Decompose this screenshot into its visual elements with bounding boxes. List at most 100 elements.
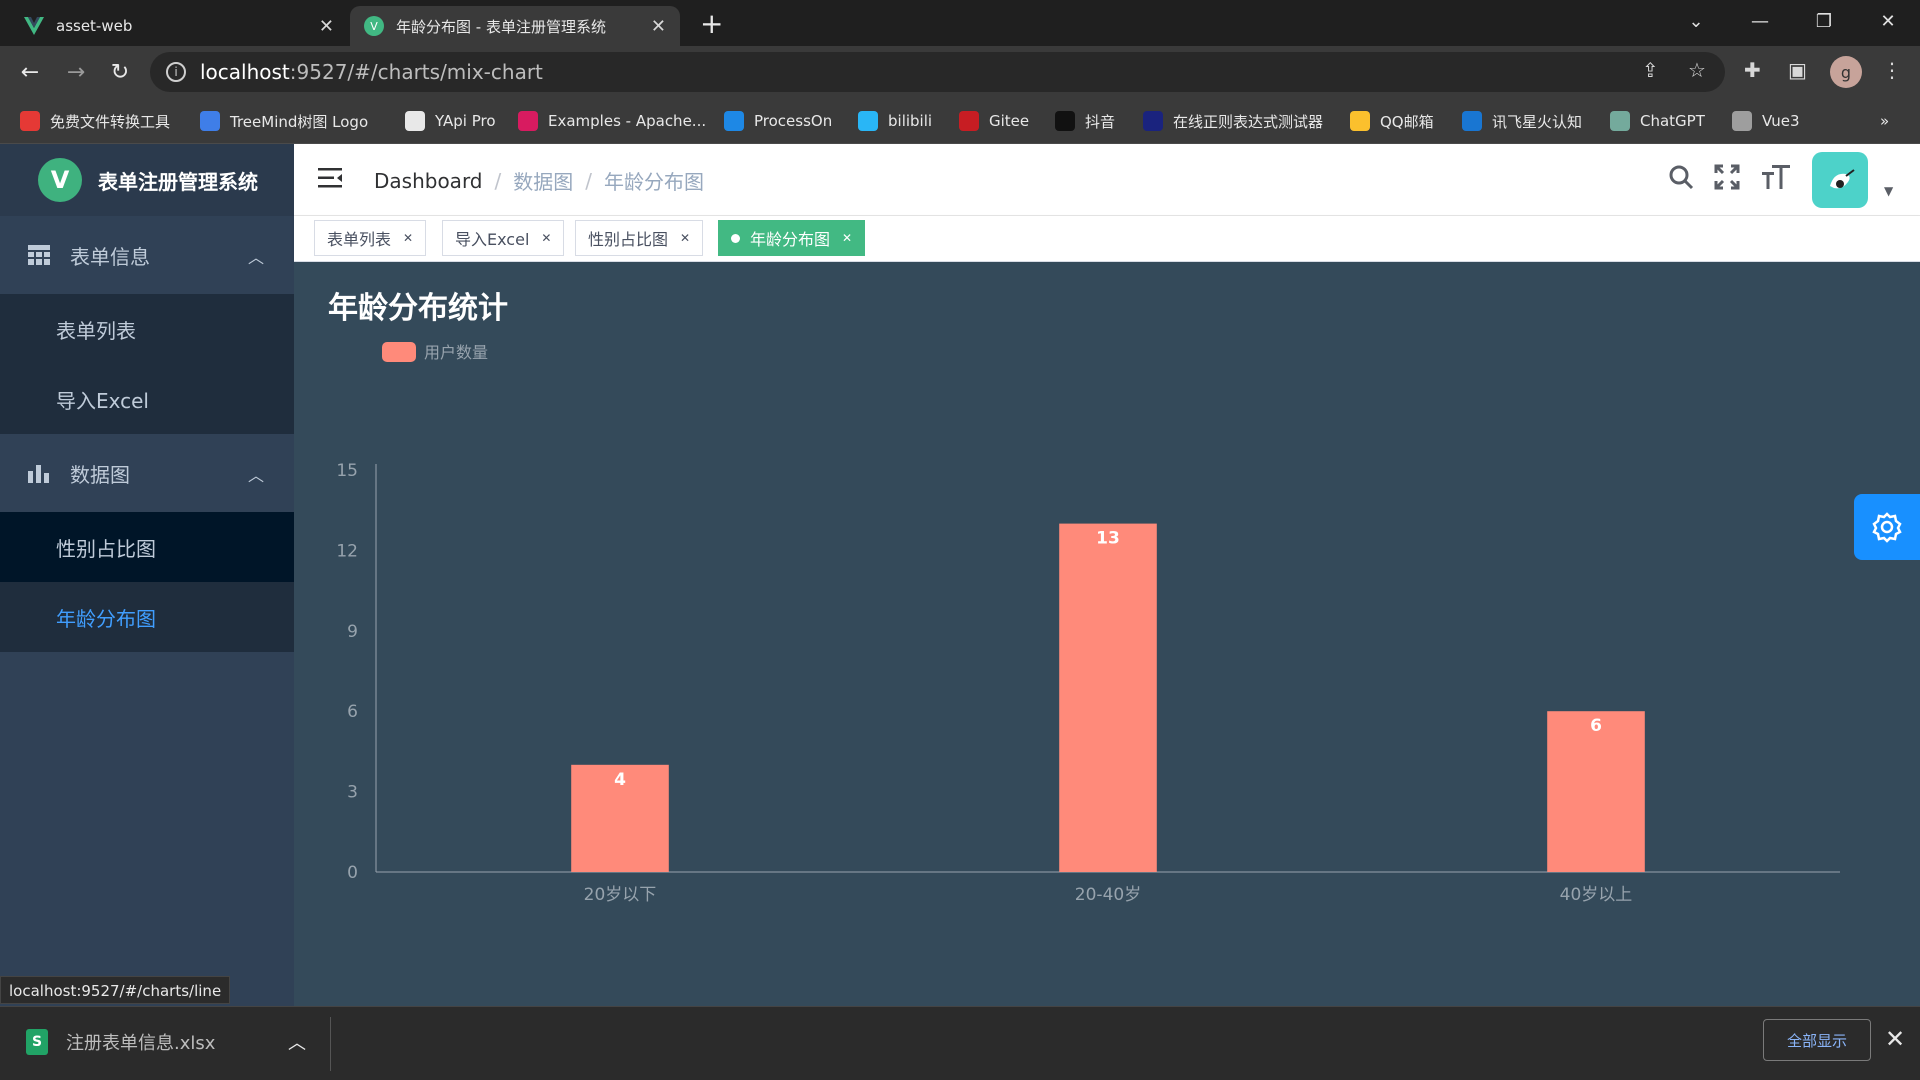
legend-swatch bbox=[382, 342, 416, 362]
bookmark-label: YApi Pro bbox=[435, 112, 496, 130]
bookmark-item[interactable]: ChatGPT bbox=[1610, 108, 1705, 134]
site-info-icon[interactable]: i bbox=[166, 62, 186, 82]
bookmark-label: Vue3 bbox=[1762, 112, 1800, 130]
sidebar-group-form-info[interactable]: 表单信息 ︿ bbox=[0, 216, 294, 294]
bookmark-label: ProcessOn bbox=[754, 112, 833, 130]
profile-avatar[interactable]: g bbox=[1830, 56, 1862, 88]
breadcrumb: Dashboard / 数据图 / 年龄分布图 bbox=[374, 166, 704, 195]
browser-tab-title: 年龄分布图 - 表单注册管理系统 bbox=[396, 17, 606, 36]
search-icon[interactable] bbox=[1668, 164, 1694, 197]
chevron-up-icon[interactable]: ︿ bbox=[288, 1029, 306, 1055]
browser-tab-asset-web[interactable]: asset-web ✕ bbox=[10, 6, 348, 46]
fullscreen-icon[interactable] bbox=[1714, 164, 1740, 197]
sidebar-group-charts[interactable]: 数据图 ︿ bbox=[0, 434, 294, 512]
extensions-icon[interactable]: ✚ bbox=[1744, 58, 1761, 82]
close-tag-icon[interactable]: ✕ bbox=[680, 231, 690, 245]
sidebar-item-label: 性别占比图 bbox=[56, 536, 156, 561]
bookmark-label: 免费文件转换工具 bbox=[50, 112, 171, 131]
back-icon[interactable]: ← bbox=[14, 56, 46, 88]
sidebar-item-age-chart[interactable]: 年龄分布图 bbox=[0, 582, 294, 652]
regex-icon bbox=[1143, 111, 1163, 131]
bookmark-item[interactable]: TreeMind树图 Logo bbox=[200, 108, 368, 134]
bookmark-item[interactable]: ProcessOn bbox=[724, 108, 832, 134]
minimize-icon[interactable]: — bbox=[1728, 0, 1792, 42]
breadcrumb-separator: / bbox=[585, 168, 593, 193]
legend-label: 用户数量 bbox=[424, 343, 488, 362]
close-tag-icon[interactable]: ✕ bbox=[842, 231, 852, 245]
bookmark-item[interactable]: Vue3 bbox=[1732, 108, 1800, 134]
processon-icon bbox=[724, 111, 744, 131]
tags-view: 表单列表 ✕ 导入Excel ✕ 性别占比图 ✕ 年龄分布图 ✕ bbox=[294, 216, 1920, 262]
sidebar-item-label: 年龄分布图 bbox=[56, 606, 156, 631]
tag-import-excel[interactable]: 导入Excel ✕ bbox=[442, 220, 565, 256]
tab-search-icon[interactable]: ⌄ bbox=[1664, 0, 1728, 42]
sidebar-item-import-excel[interactable]: 导入Excel bbox=[0, 364, 294, 434]
tag-age-chart[interactable]: 年龄分布图 ✕ bbox=[718, 220, 866, 256]
bookmark-item[interactable]: bilibili bbox=[858, 108, 932, 134]
sidebar-item-gender-chart[interactable]: 性别占比图 bbox=[0, 512, 294, 582]
douyin-icon bbox=[1055, 111, 1075, 131]
close-tab-icon[interactable]: ✕ bbox=[319, 16, 334, 37]
caret-down-icon[interactable]: ▼ bbox=[1884, 184, 1893, 198]
new-tab-icon[interactable]: + bbox=[700, 8, 723, 40]
breadcrumb-dashboard[interactable]: Dashboard bbox=[374, 169, 483, 193]
close-download-shelf-icon[interactable]: ✕ bbox=[1885, 1025, 1905, 1053]
url-host: localhost bbox=[200, 60, 290, 84]
bookmark-label: TreeMind树图 Logo bbox=[230, 112, 369, 131]
hamburger-icon[interactable] bbox=[318, 166, 344, 190]
bookmark-item[interactable]: YApi Pro bbox=[405, 108, 496, 134]
bar bbox=[1059, 523, 1157, 872]
svg-text:V: V bbox=[370, 20, 378, 33]
browser-menu-icon[interactable]: ⋮ bbox=[1882, 58, 1902, 82]
bookmark-label: 在线正则表达式测试器 bbox=[1173, 112, 1324, 131]
bookmark-label: Gitee bbox=[989, 112, 1030, 130]
forward-icon[interactable]: → bbox=[60, 56, 92, 88]
browser-tab-active[interactable]: V 年龄分布图 - 表单注册管理系统 ✕ bbox=[350, 6, 680, 46]
chatgpt-icon bbox=[1610, 111, 1630, 131]
restore-icon[interactable]: ❐ bbox=[1792, 0, 1856, 42]
sidebar-logo[interactable]: V 表单注册管理系统 bbox=[0, 144, 294, 216]
font-size-icon[interactable] bbox=[1762, 164, 1790, 197]
show-all-downloads-button[interactable]: 全部显示 bbox=[1763, 1019, 1871, 1061]
y-tick-label: 12 bbox=[336, 541, 358, 561]
y-tick-label: 9 bbox=[347, 622, 358, 642]
bookmark-label: ChatGPT bbox=[1640, 112, 1705, 130]
more-bookmarks-icon[interactable]: » bbox=[1880, 108, 1889, 134]
sidebar-item-label: 导入Excel bbox=[56, 388, 149, 413]
user-avatar[interactable] bbox=[1812, 152, 1868, 208]
sidebar-item-form-list[interactable]: 表单列表 bbox=[0, 294, 294, 364]
url-input[interactable]: i localhost:9527/#/charts/mix-chart bbox=[150, 52, 1725, 92]
close-tab-icon[interactable]: ✕ bbox=[651, 16, 666, 37]
breadcrumb-charts: 数据图 bbox=[513, 170, 574, 194]
close-tag-icon[interactable]: ✕ bbox=[403, 231, 413, 245]
x-tick-label: 40岁以上 bbox=[1560, 885, 1633, 905]
treemind-icon bbox=[200, 111, 220, 131]
bookmark-label: 讯飞星火认知 bbox=[1492, 112, 1583, 131]
tag-gender-chart[interactable]: 性别占比图 ✕ bbox=[575, 220, 704, 256]
bookmark-item[interactable]: Gitee bbox=[959, 108, 1029, 134]
side-panel-icon[interactable]: ▣ bbox=[1788, 58, 1807, 82]
close-tag-icon[interactable]: ✕ bbox=[541, 231, 551, 245]
settings-gear-icon[interactable] bbox=[1854, 494, 1920, 560]
window-close-icon[interactable]: ✕ bbox=[1856, 0, 1920, 42]
bar-value-label: 13 bbox=[1096, 529, 1120, 549]
age-distribution-chart: 年龄分布统计用户数量 0 3 6 9 12 15 4 20岁以下 13 20-40岁 6 40岁以上 bbox=[328, 291, 1840, 905]
bar-chart-icon bbox=[28, 463, 50, 483]
bookmark-item[interactable]: 抖音 bbox=[1055, 108, 1115, 134]
bookmark-item[interactable]: 在线正则表达式测试器 bbox=[1143, 108, 1323, 134]
bookmark-item[interactable]: Examples - Apache... bbox=[518, 108, 706, 134]
browser-tab-title: asset-web bbox=[56, 17, 133, 35]
spark-icon bbox=[1462, 111, 1482, 131]
share-icon[interactable]: ⇪ bbox=[1642, 58, 1659, 82]
bookmark-item[interactable]: QQ邮箱 bbox=[1350, 108, 1434, 134]
reload-icon[interactable]: ↻ bbox=[104, 56, 136, 88]
bookmark-star-icon[interactable]: ☆ bbox=[1688, 58, 1706, 82]
download-item[interactable]: S 注册表单信息.xlsx bbox=[26, 1029, 215, 1055]
bookmark-item[interactable]: 讯飞星火认知 bbox=[1462, 108, 1582, 134]
bookmark-item[interactable]: 免费文件转换工具 bbox=[20, 108, 170, 134]
tag-form-list[interactable]: 表单列表 ✕ bbox=[314, 220, 427, 256]
vue3-icon bbox=[1732, 111, 1752, 131]
table-icon bbox=[28, 245, 50, 265]
bilibili-icon bbox=[858, 111, 878, 131]
y-tick-label: 6 bbox=[347, 702, 358, 722]
